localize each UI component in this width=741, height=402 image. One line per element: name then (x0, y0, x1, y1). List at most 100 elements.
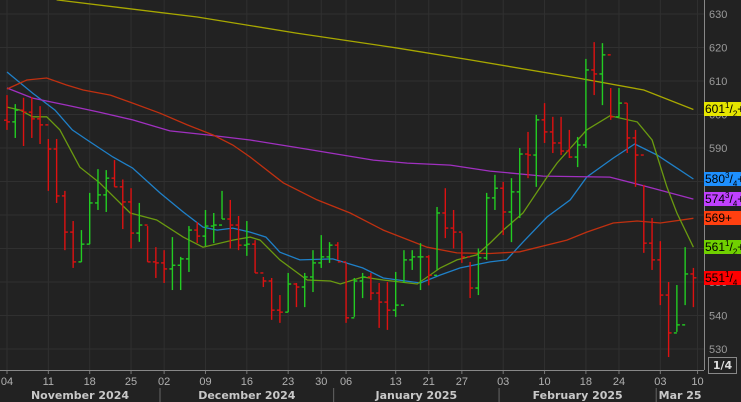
label-suffix: + (737, 240, 741, 255)
ohlc-bar (210, 212, 217, 244)
ohlc-bar (657, 241, 664, 306)
month-label: December 2024 (198, 389, 296, 402)
ohlc-bar (624, 102, 631, 154)
ohlc-bar (516, 148, 523, 219)
ohlc-bar (301, 272, 308, 308)
label-suffix: + (725, 211, 733, 226)
ohlc-bar (293, 283, 300, 308)
ohlc-bar (665, 282, 672, 358)
label-int: 569 (705, 211, 726, 226)
ohlc-bar (483, 192, 490, 260)
x-tick-label: 13 (390, 376, 402, 388)
ohlc-bar (582, 58, 589, 148)
x-tick-label: 23 (282, 376, 294, 388)
ohlc-bar (673, 285, 680, 334)
label-suffix: + (737, 102, 741, 117)
y-tick-label: 540 (709, 311, 727, 323)
label-suffix: + (737, 171, 741, 186)
y-tick-label: 630 (709, 9, 727, 21)
x-tick-label: 27 (456, 376, 468, 388)
ohlc-bar (400, 250, 407, 306)
ohlc-bar (326, 242, 333, 263)
month-label: November 2024 (31, 389, 129, 402)
ohlc-bar (376, 283, 383, 328)
axes: 5305405505605705805906006106206300411182… (0, 0, 727, 402)
ohlc-bar (607, 54, 614, 120)
ohlc-bar (367, 272, 374, 301)
ohlc-bar (558, 116, 565, 156)
ohlc-bar (136, 202, 143, 242)
month-label: February 2025 (533, 389, 623, 402)
ohlc-bar (235, 216, 242, 251)
ohlc-bar (384, 282, 391, 330)
ma-value-label-4: 569+ (704, 211, 741, 226)
ohlc-bar (599, 43, 606, 106)
ohlc-bar (194, 222, 201, 244)
moving-average-line-3 (6, 87, 694, 200)
ohlc-bar (525, 131, 532, 179)
x-tick-label: 21 (423, 376, 435, 388)
x-tick-label: 24 (613, 376, 625, 388)
ohlc-bar (318, 235, 325, 268)
x-tick-label: 18 (580, 376, 592, 388)
ohlc-bar (276, 295, 283, 323)
y-tick-label: 620 (709, 43, 727, 55)
ohlc-bar (37, 106, 44, 144)
ohlc-bar (591, 42, 598, 96)
ohlc-bar (615, 88, 622, 118)
ohlc-bar (508, 178, 515, 243)
label-int: 580 (705, 171, 726, 186)
ohlc-bar (409, 250, 416, 270)
moving-average-lines (6, 0, 694, 285)
ohlc-bar (161, 250, 168, 284)
ma-value-label-2: 5803/4+ (704, 171, 741, 186)
ohlc-bar (649, 218, 656, 270)
ohlc-bar (61, 190, 68, 251)
ohlc-bar (268, 277, 275, 320)
x-tick-label: 16 (241, 376, 253, 388)
ohlc-bar (450, 209, 457, 249)
ohlc-bar (491, 174, 498, 210)
x-tick-label: 03 (654, 376, 666, 388)
moving-average-line-2 (6, 71, 694, 284)
page-indicator[interactable]: 1/4 (708, 357, 737, 374)
ohlc-bar (219, 190, 226, 226)
x-tick-label: 04 (1, 376, 13, 388)
x-tick-label: 25 (125, 376, 137, 388)
x-tick-label: 30 (315, 376, 327, 388)
label-int: 574 (705, 192, 726, 207)
ohlc-bar (70, 221, 77, 268)
moving-average-line-1 (56, 0, 694, 111)
ohlc-bar (442, 188, 449, 239)
ohlc-bars (4, 42, 697, 358)
ohlc-bar (260, 272, 267, 288)
month-label: January 2025 (375, 389, 458, 402)
ohlc-bar (392, 271, 399, 317)
x-tick-label: 02 (158, 376, 170, 388)
ohlc-bar (467, 256, 474, 299)
ohlc-bar (500, 181, 507, 236)
ohlc-bar (28, 97, 35, 138)
ohlc-bar (144, 224, 151, 263)
ohlc-bar (343, 261, 350, 323)
label-int: 561 (705, 240, 726, 255)
ohlc-bar (86, 192, 93, 245)
moving-average-line-5 (6, 106, 694, 285)
ohlc-bar (359, 272, 366, 299)
ma-value-label-1: 6011/2+ (704, 102, 741, 117)
ohlc-bar (285, 272, 292, 313)
ohlc-bar (78, 230, 85, 263)
ohlc-bar (128, 188, 135, 249)
x-tick-label: 18 (84, 376, 96, 388)
x-tick-label: 09 (199, 376, 211, 388)
price-chart: 5305405505605705805906006106206300411182… (0, 0, 727, 402)
x-tick-label: 06 (340, 376, 352, 388)
label-suffix: + (737, 192, 741, 207)
ohlc-bar (351, 277, 358, 319)
x-tick-label: 03 (497, 376, 509, 388)
ohlc-bar (632, 129, 639, 187)
last-price-label: 5511/4 (704, 270, 741, 285)
ohlc-bar (682, 247, 689, 326)
ohlc-bar (334, 242, 341, 263)
ohlc-bar (541, 103, 548, 143)
